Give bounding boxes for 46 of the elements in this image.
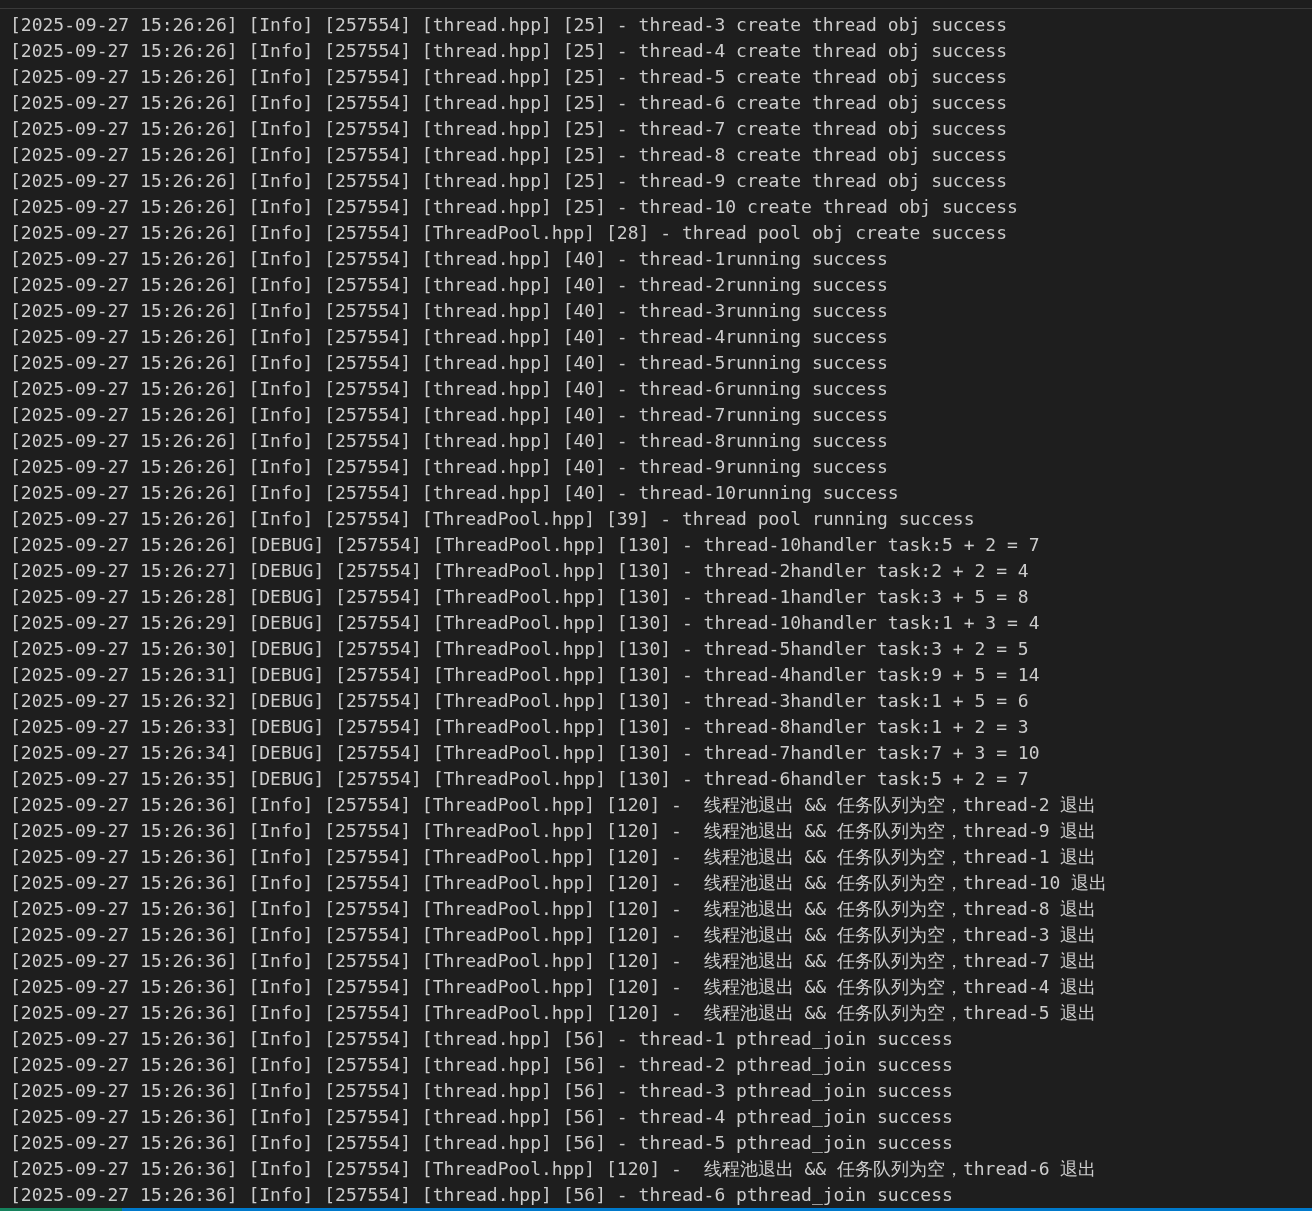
log-line: [2025-09-27 15:26:36] [Info] [257554] [ThreadPool.hpp] [120] - 线程池退出 && 任务队列为空，thread-2 退出 <box>10 793 1097 818</box>
log-line: [2025-09-27 15:26:26] [Info] [257554] [thread.hpp] [40] - thread-7running success <box>10 403 888 428</box>
log-line: [2025-09-27 15:26:26] [DEBUG] [257554] [ThreadPool.hpp] [130] - thread-10handler task:5 + 2 = 7 <box>10 533 1040 558</box>
log-line: [2025-09-27 15:26:26] [Info] [257554] [thread.hpp] [40] - thread-2running success <box>10 273 888 298</box>
log-line: [2025-09-27 15:26:36] [Info] [257554] [ThreadPool.hpp] [120] - 线程池退出 && 任务队列为空，thread-5 退出 <box>10 1001 1097 1026</box>
log-line: [2025-09-27 15:26:36] [Info] [257554] [thread.hpp] [56] - thread-3 pthread_join success <box>10 1079 953 1104</box>
log-line: [2025-09-27 15:26:27] [DEBUG] [257554] [ThreadPool.hpp] [130] - thread-2handler task:2 + 2 = 4 <box>10 559 1029 584</box>
log-line: [2025-09-27 15:26:26] [Info] [257554] [thread.hpp] [25] - thread-5 create thread obj success <box>10 65 1007 90</box>
log-line: [2025-09-27 15:26:36] [Info] [257554] [ThreadPool.hpp] [120] - 线程池退出 && 任务队列为空，thread-6 退出 <box>10 1157 1097 1182</box>
log-line: [2025-09-27 15:26:36] [Info] [257554] [thread.hpp] [56] - thread-1 pthread_join success <box>10 1027 953 1052</box>
log-line: [2025-09-27 15:26:31] [DEBUG] [257554] [ThreadPool.hpp] [130] - thread-4handler task:9 + 5 = 14 <box>10 663 1040 688</box>
log-line: [2025-09-27 15:26:26] [Info] [257554] [thread.hpp] [25] - thread-9 create thread obj success <box>10 169 1007 194</box>
log-line: [2025-09-27 15:26:26] [Info] [257554] [ThreadPool.hpp] [28] - thread pool obj create success <box>10 221 1007 246</box>
log-line: [2025-09-27 15:26:36] [Info] [257554] [thread.hpp] [56] - thread-5 pthread_join success <box>10 1131 953 1156</box>
log-line: [2025-09-27 15:26:26] [Info] [257554] [thread.hpp] [25] - thread-3 create thread obj success <box>10 13 1007 38</box>
log-line: [2025-09-27 15:26:33] [DEBUG] [257554] [ThreadPool.hpp] [130] - thread-8handler task:1 + 2 = 3 <box>10 715 1029 740</box>
log-line: [2025-09-27 15:26:36] [Info] [257554] [ThreadPool.hpp] [120] - 线程池退出 && 任务队列为空，thread-7 退出 <box>10 949 1097 974</box>
log-line: [2025-09-27 15:26:30] [DEBUG] [257554] [ThreadPool.hpp] [130] - thread-5handler task:3 + 2 = 5 <box>10 637 1029 662</box>
log-line: [2025-09-27 15:26:36] [Info] [257554] [ThreadPool.hpp] [120] - 线程池退出 && 任务队列为空，thread-4 退出 <box>10 975 1097 1000</box>
log-line: [2025-09-27 15:26:36] [Info] [257554] [ThreadPool.hpp] [120] - 线程池退出 && 任务队列为空，thread-8 退出 <box>10 897 1097 922</box>
log-line: [2025-09-27 15:26:26] [Info] [257554] [thread.hpp] [40] - thread-4running success <box>10 325 888 350</box>
log-line: [2025-09-27 15:26:26] [Info] [257554] [thread.hpp] [25] - thread-10 create thread obj success <box>10 195 1018 220</box>
log-line: [2025-09-27 15:26:26] [Info] [257554] [thread.hpp] [40] - thread-8running success <box>10 429 888 454</box>
log-line: [2025-09-27 15:26:36] [Info] [257554] [thread.hpp] [56] - thread-2 pthread_join success <box>10 1053 953 1078</box>
log-line: [2025-09-27 15:26:32] [DEBUG] [257554] [ThreadPool.hpp] [130] - thread-3handler task:1 + 5 = 6 <box>10 689 1029 714</box>
log-line: [2025-09-27 15:26:26] [Info] [257554] [thread.hpp] [25] - thread-8 create thread obj success <box>10 143 1007 168</box>
log-line: [2025-09-27 15:26:36] [Info] [257554] [ThreadPool.hpp] [120] - 线程池退出 && 任务队列为空，thread-1 退出 <box>10 845 1097 870</box>
log-line: [2025-09-27 15:26:26] [Info] [257554] [thread.hpp] [40] - thread-9running success <box>10 455 888 480</box>
log-line: [2025-09-27 15:26:26] [Info] [257554] [thread.hpp] [40] - thread-5running success <box>10 351 888 376</box>
log-line: [2025-09-27 15:26:26] [Info] [257554] [thread.hpp] [40] - thread-6running success <box>10 377 888 402</box>
log-line: [2025-09-27 15:26:36] [Info] [257554] [thread.hpp] [56] - thread-6 pthread_join success <box>10 1183 953 1208</box>
log-line: [2025-09-27 15:26:36] [Info] [257554] [ThreadPool.hpp] [120] - 线程池退出 && 任务队列为空，thread-3 退出 <box>10 923 1097 948</box>
log-line: [2025-09-27 15:26:36] [Info] [257554] [ThreadPool.hpp] [120] - 线程池退出 && 任务队列为空，thread-10 退出 <box>10 871 1108 896</box>
log-line: [2025-09-27 15:26:26] [Info] [257554] [thread.hpp] [40] - thread-10running success <box>10 481 899 506</box>
log-line: [2025-09-27 15:26:36] [Info] [257554] [thread.hpp] [56] - thread-4 pthread_join success <box>10 1105 953 1130</box>
log-line: [2025-09-27 15:26:26] [Info] [257554] [thread.hpp] [40] - thread-3running success <box>10 299 888 324</box>
log-line: [2025-09-27 15:26:29] [DEBUG] [257554] [ThreadPool.hpp] [130] - thread-10handler task:1 + 3 = 4 <box>10 611 1040 636</box>
log-line: [2025-09-27 15:26:34] [DEBUG] [257554] [ThreadPool.hpp] [130] - thread-7handler task:7 + 3 = 10 <box>10 741 1040 766</box>
log-line: [2025-09-27 15:26:26] [Info] [257554] [thread.hpp] [40] - thread-1running success <box>10 247 888 272</box>
log-line: [2025-09-27 15:26:35] [DEBUG] [257554] [ThreadPool.hpp] [130] - thread-6handler task:5 + 2 = 7 <box>10 767 1029 792</box>
log-line: [2025-09-27 15:26:36] [Info] [257554] [ThreadPool.hpp] [120] - 线程池退出 && 任务队列为空，thread-9 退出 <box>10 819 1097 844</box>
log-line: [2025-09-27 15:26:26] [Info] [257554] [thread.hpp] [25] - thread-4 create thread obj success <box>10 39 1007 64</box>
log-line: [2025-09-27 15:26:26] [Info] [257554] [thread.hpp] [25] - thread-7 create thread obj success <box>10 117 1007 142</box>
log-line: [2025-09-27 15:26:26] [Info] [257554] [ThreadPool.hpp] [39] - thread pool running success <box>10 507 975 532</box>
log-line: [2025-09-27 15:26:28] [DEBUG] [257554] [ThreadPool.hpp] [130] - thread-1handler task:3 + 5 = 8 <box>10 585 1029 610</box>
log-line: [2025-09-27 15:26:26] [Info] [257554] [thread.hpp] [25] - thread-6 create thread obj success <box>10 91 1007 116</box>
